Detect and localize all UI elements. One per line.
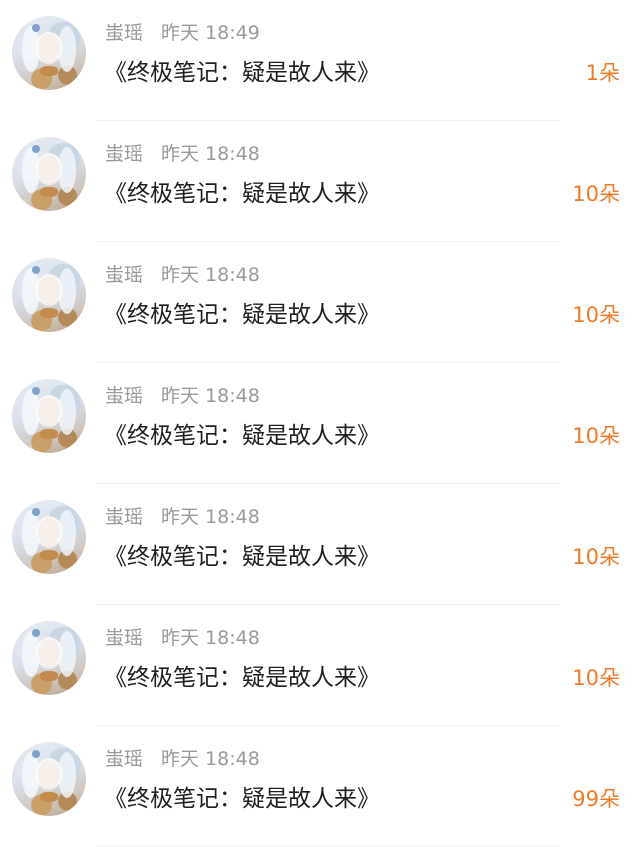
sender-name[interactable]: 蚩瑶 [105, 506, 143, 528]
gift-count: 99朵 [572, 787, 620, 811]
avatar[interactable] [12, 621, 86, 695]
avatar[interactable] [12, 742, 86, 816]
avatar[interactable] [12, 16, 86, 90]
sender-info: 蚩瑶 昨天 18:48 [105, 625, 260, 651]
message-text: 《终极笔记：疑是故人来》 [104, 60, 380, 86]
list-item[interactable]: 蚩瑶 昨天 18:48 《终极笔记：疑是故人来》 10朵 [0, 242, 640, 363]
gift-count: 10朵 [572, 666, 620, 690]
avatar[interactable] [12, 379, 86, 453]
sender-info: 蚩瑶 昨天 18:48 [105, 504, 260, 530]
gift-count: 10朵 [572, 182, 620, 206]
message-text: 《终极笔记：疑是故人来》 [104, 665, 380, 691]
sender-name[interactable]: 蚩瑶 [105, 22, 143, 44]
sender-info: 蚩瑶 昨天 18:48 [105, 746, 260, 772]
timestamp: 昨天 18:48 [161, 506, 260, 528]
list-item[interactable]: 蚩瑶 昨天 18:48 《终极笔记：疑是故人来》 10朵 [0, 363, 640, 484]
message-text: 《终极笔记：疑是故人来》 [104, 423, 380, 449]
avatar[interactable] [12, 137, 86, 211]
timestamp: 昨天 18:48 [161, 264, 260, 286]
sender-name[interactable]: 蚩瑶 [105, 143, 143, 165]
message-text: 《终极笔记：疑是故人来》 [104, 302, 380, 328]
list-item[interactable]: 蚩瑶 昨天 18:48 《终极笔记：疑是故人来》 10朵 [0, 605, 640, 726]
message-text: 《终极笔记：疑是故人来》 [104, 544, 380, 570]
gift-count: 1朵 [585, 61, 620, 85]
sender-info: 蚩瑶 昨天 18:48 [105, 383, 260, 409]
avatar[interactable] [12, 258, 86, 332]
sender-info: 蚩瑶 昨天 18:48 [105, 262, 260, 288]
timestamp: 昨天 18:48 [161, 143, 260, 165]
avatar[interactable] [12, 500, 86, 574]
message-text: 《终极笔记：疑是故人来》 [104, 786, 380, 812]
timestamp: 昨天 18:48 [161, 627, 260, 649]
list-item[interactable]: 蚩瑶 昨天 18:49 《终极笔记：疑是故人来》 1朵 [0, 0, 640, 121]
sender-name[interactable]: 蚩瑶 [105, 627, 143, 649]
gift-message-list: 蚩瑶 昨天 18:49 《终极笔记：疑是故人来》 1朵 蚩瑶 昨天 18:48 《终… [0, 0, 640, 847]
timestamp: 昨天 18:48 [161, 385, 260, 407]
sender-name[interactable]: 蚩瑶 [105, 264, 143, 286]
list-item[interactable]: 蚩瑶 昨天 18:48 《终极笔记：疑是故人来》 99朵 [0, 726, 640, 847]
gift-count: 10朵 [572, 424, 620, 448]
timestamp: 昨天 18:49 [161, 22, 260, 44]
message-text: 《终极笔记：疑是故人来》 [104, 181, 380, 207]
list-item[interactable]: 蚩瑶 昨天 18:48 《终极笔记：疑是故人来》 10朵 [0, 121, 640, 242]
timestamp: 昨天 18:48 [161, 748, 260, 770]
sender-info: 蚩瑶 昨天 18:48 [105, 141, 260, 167]
sender-name[interactable]: 蚩瑶 [105, 748, 143, 770]
list-item[interactable]: 蚩瑶 昨天 18:48 《终极笔记：疑是故人来》 10朵 [0, 484, 640, 605]
sender-name[interactable]: 蚩瑶 [105, 385, 143, 407]
gift-count: 10朵 [572, 545, 620, 569]
gift-count: 10朵 [572, 303, 620, 327]
sender-info: 蚩瑶 昨天 18:49 [105, 20, 260, 46]
